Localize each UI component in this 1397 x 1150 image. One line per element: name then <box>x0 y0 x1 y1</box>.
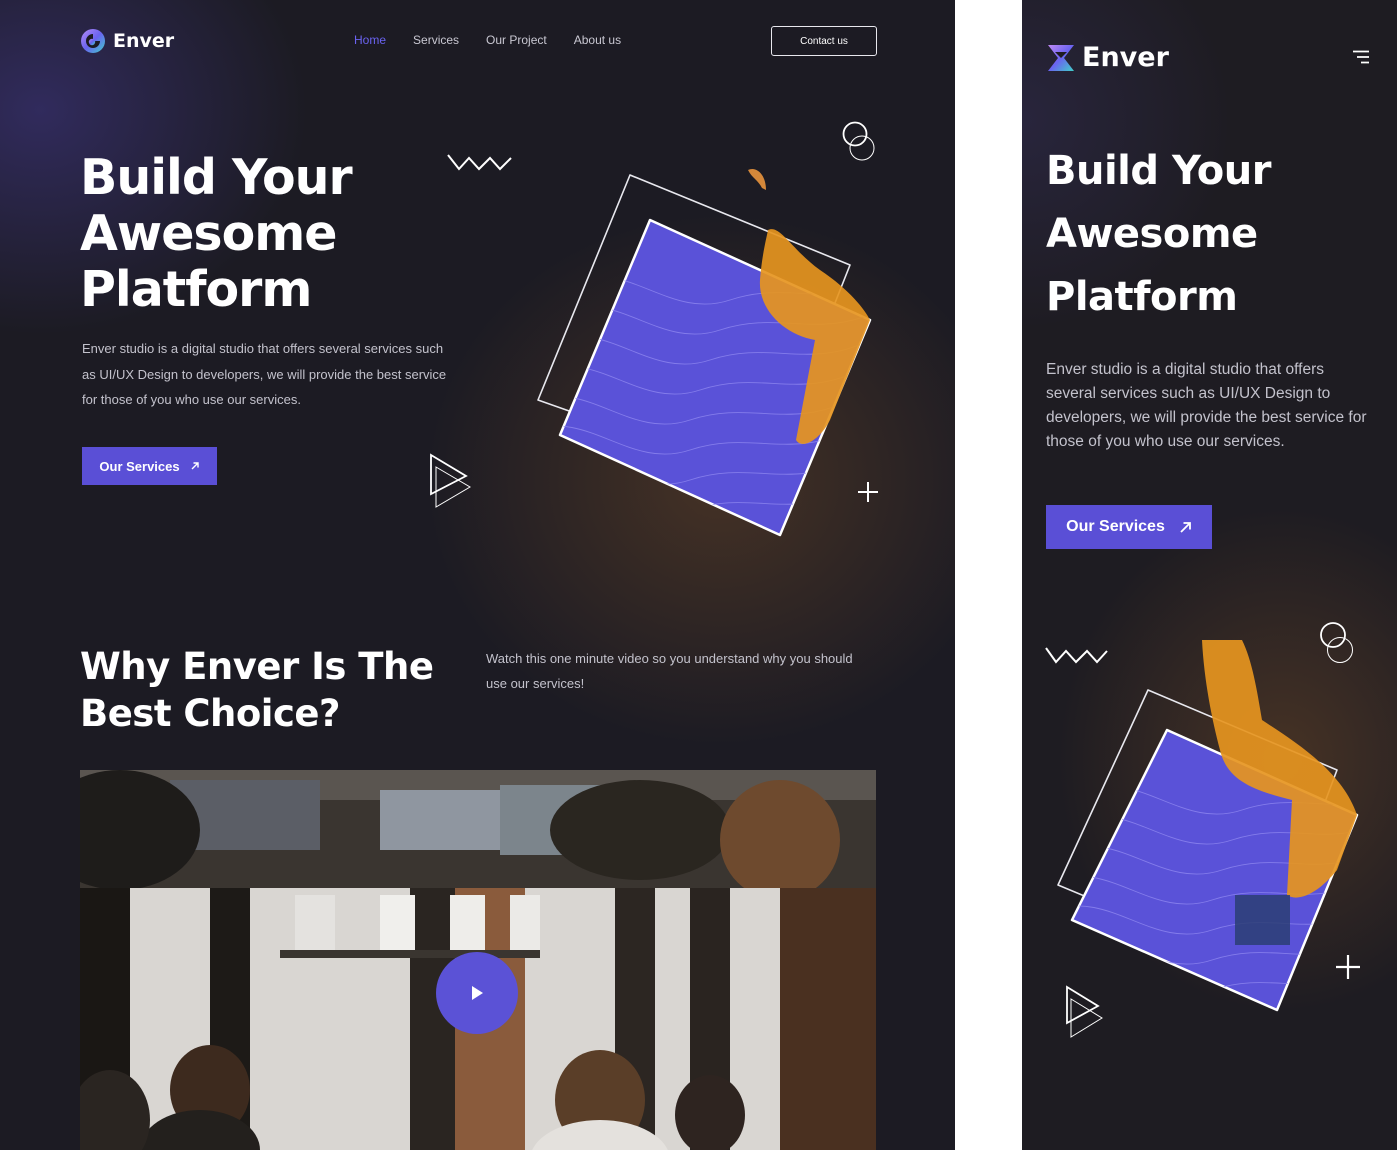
why-section-title: Why Enver Is The Best Choice? <box>80 645 434 735</box>
arrow-up-right-icon <box>1180 521 1191 533</box>
arrow-up-right-icon <box>191 462 199 470</box>
circles-icon <box>842 121 875 161</box>
mobile-logo[interactable]: Enver <box>1046 42 1169 73</box>
our-services-label: Our Services <box>99 458 180 474</box>
mobile-frame: Enver Build Your Awesome Platform Enver … <box>1022 0 1397 1150</box>
hamburger-menu-icon[interactable] <box>1352 50 1370 64</box>
logo-text: Enver <box>113 30 175 52</box>
video-play-button[interactable] <box>436 952 518 1034</box>
enver-logo-icon <box>81 29 105 53</box>
hero-illustration <box>537 168 872 537</box>
mobile-our-services-button[interactable]: Our Services <box>1046 505 1212 549</box>
nav-our-project[interactable]: Our Project <box>486 33 547 47</box>
why-section-description: Watch this one minute video so you under… <box>486 651 853 691</box>
play-outline-icon <box>430 453 471 508</box>
desktop-frame: Enver Home Services Our Project About us… <box>0 0 955 1150</box>
header: Enver Home Services Our Project About us… <box>0 0 955 82</box>
our-services-label: Our Services <box>1066 518 1165 535</box>
hero-illustration <box>1057 640 1359 1012</box>
enver-logo-icon <box>1048 44 1074 71</box>
nav-home[interactable]: Home <box>354 33 386 47</box>
mobile-hero-description: Enver studio is a digital studio that of… <box>1046 361 1367 450</box>
main-nav: Home Services Our Project About us <box>354 33 621 47</box>
our-services-button[interactable]: Our Services <box>82 447 217 485</box>
hero-title: Build Your Awesome Platform <box>80 149 353 318</box>
mobile-hero-title: Build Your Awesome Platform <box>1046 148 1271 320</box>
nav-services[interactable]: Services <box>413 33 459 47</box>
zigzag-icon <box>447 154 512 171</box>
play-icon <box>472 986 483 1000</box>
logo[interactable]: Enver <box>79 27 174 55</box>
hero-description: Enver studio is a digital studio that of… <box>82 341 447 407</box>
contact-us-button[interactable]: Contact us <box>771 26 877 56</box>
nav-about-us[interactable]: About us <box>574 33 621 47</box>
logo-text: Enver <box>1082 42 1169 73</box>
